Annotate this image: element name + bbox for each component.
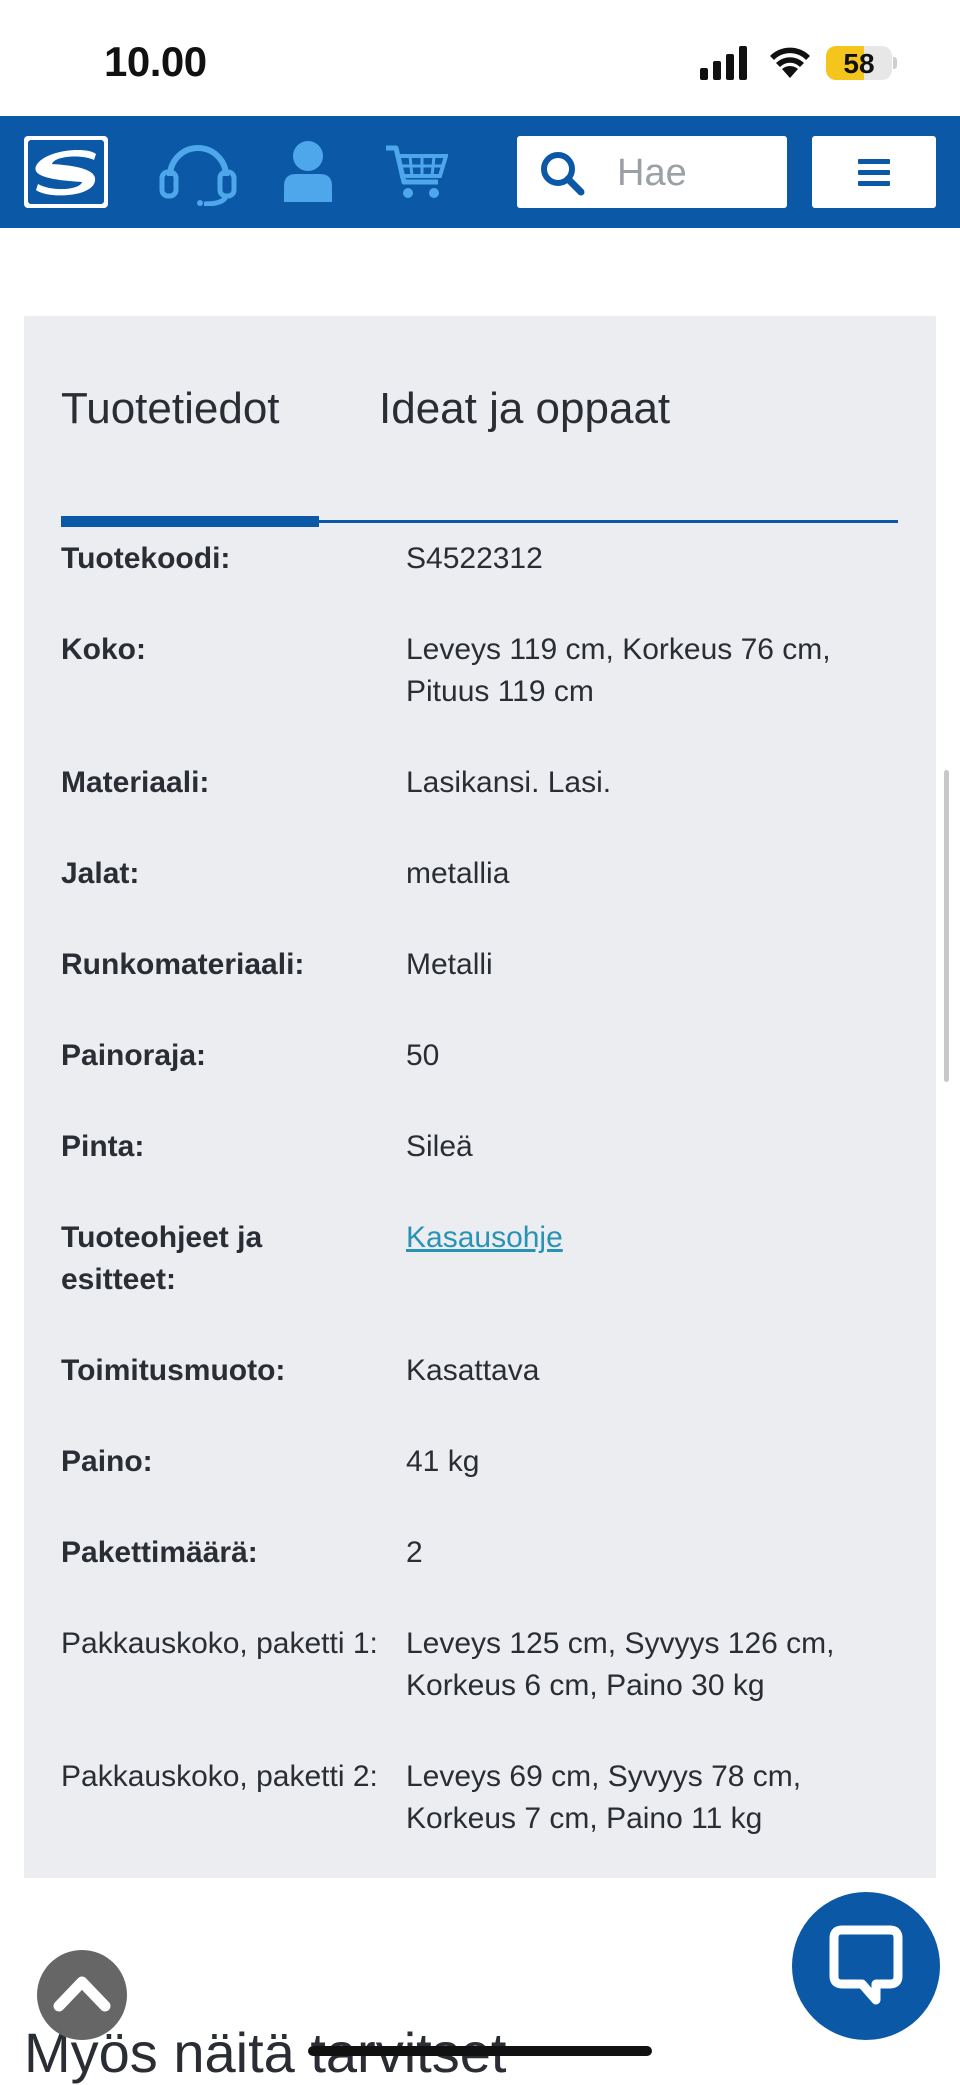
- detail-value: metallia: [406, 857, 510, 890]
- search-placeholder: Hae: [617, 152, 687, 194]
- battery-icon: 58: [826, 46, 892, 80]
- hamburger-menu-icon: [858, 159, 890, 192]
- detail-key: Materiaali:: [61, 766, 210, 799]
- detail-key: Toimitusmuoto:: [61, 1354, 286, 1387]
- detail-value: S4522312: [406, 542, 543, 575]
- battery-tip: [893, 57, 897, 69]
- chat-bubble-icon: [829, 1925, 903, 2005]
- page-scrollbar[interactable]: [944, 770, 949, 1082]
- tab-active-indicator: [61, 516, 319, 527]
- detail-key: Koko:: [61, 633, 146, 666]
- detail-key: Tuotekoodi:: [61, 542, 231, 575]
- s-logo-icon: [28, 140, 104, 204]
- battery-level: 58: [843, 48, 875, 79]
- site-header: Hae: [0, 116, 960, 228]
- tab-bar: Tuotetiedot Ideat ja oppaat: [61, 384, 898, 527]
- detail-value: 50: [406, 1039, 440, 1072]
- wifi-icon: [770, 47, 810, 78]
- detail-value: Lasikansi. Lasi.: [406, 766, 612, 799]
- detail-key: Pakettimäärä:: [61, 1536, 258, 1569]
- detail-key: Pakkauskoko, paketti 1:: [61, 1627, 378, 1660]
- detail-key: Pinta:: [61, 1130, 145, 1163]
- assembly-instructions-link[interactable]: Kasausohje: [406, 1221, 563, 1254]
- detail-key: Jalat:: [61, 857, 140, 890]
- detail-key: Paino:: [61, 1445, 153, 1478]
- detail-key: Painoraja:: [61, 1039, 207, 1072]
- scroll-to-top-button[interactable]: [37, 1950, 127, 2040]
- detail-key: Pakkauskoko, paketti 2:: [61, 1760, 378, 1793]
- detail-value: Leveys 119 cm, Korkeus 76 cm, Pituus 119…: [406, 633, 831, 708]
- tab-ideas-guides[interactable]: Ideat ja oppaat: [379, 384, 670, 434]
- detail-value: Sileä: [406, 1130, 473, 1163]
- detail-value: Leveys 125 cm, Syvyys 126 cm, Korkeus 6 …: [406, 1627, 835, 1702]
- detail-value: Metalli: [406, 948, 493, 981]
- detail-key: Runkomateriaali:: [61, 948, 305, 981]
- user-icon[interactable]: [282, 140, 334, 204]
- s-group-logo[interactable]: [24, 136, 108, 208]
- detail-value: Kasausohje: [406, 1217, 906, 1259]
- status-time: 10.00: [104, 38, 207, 85]
- chevron-up-icon: [53, 1976, 111, 2012]
- detail-value: 41 kg: [406, 1445, 480, 1478]
- tab-product-info[interactable]: Tuotetiedot: [61, 384, 280, 434]
- detail-value: 2: [406, 1536, 423, 1569]
- search-field[interactable]: Hae: [517, 136, 787, 208]
- cart-icon[interactable]: [384, 144, 448, 202]
- status-bar: 10.00 58: [0, 0, 960, 116]
- detail-key: Tuoteohjeet ja esitteet:: [61, 1221, 263, 1296]
- chat-button[interactable]: [792, 1892, 940, 2040]
- cellular-signal-icon: [700, 46, 747, 80]
- detail-value: Leveys 69 cm, Syvyys 78 cm, Korkeus 7 cm…: [406, 1760, 802, 1835]
- headset-icon[interactable]: [158, 140, 238, 206]
- detail-value: Kasattava: [406, 1354, 540, 1387]
- menu-button[interactable]: [812, 136, 936, 208]
- search-icon: [541, 152, 585, 196]
- product-details-panel: Tuotetiedot Ideat ja oppaat Tuotekoodi: …: [24, 316, 936, 1878]
- home-indicator: [308, 2046, 652, 2056]
